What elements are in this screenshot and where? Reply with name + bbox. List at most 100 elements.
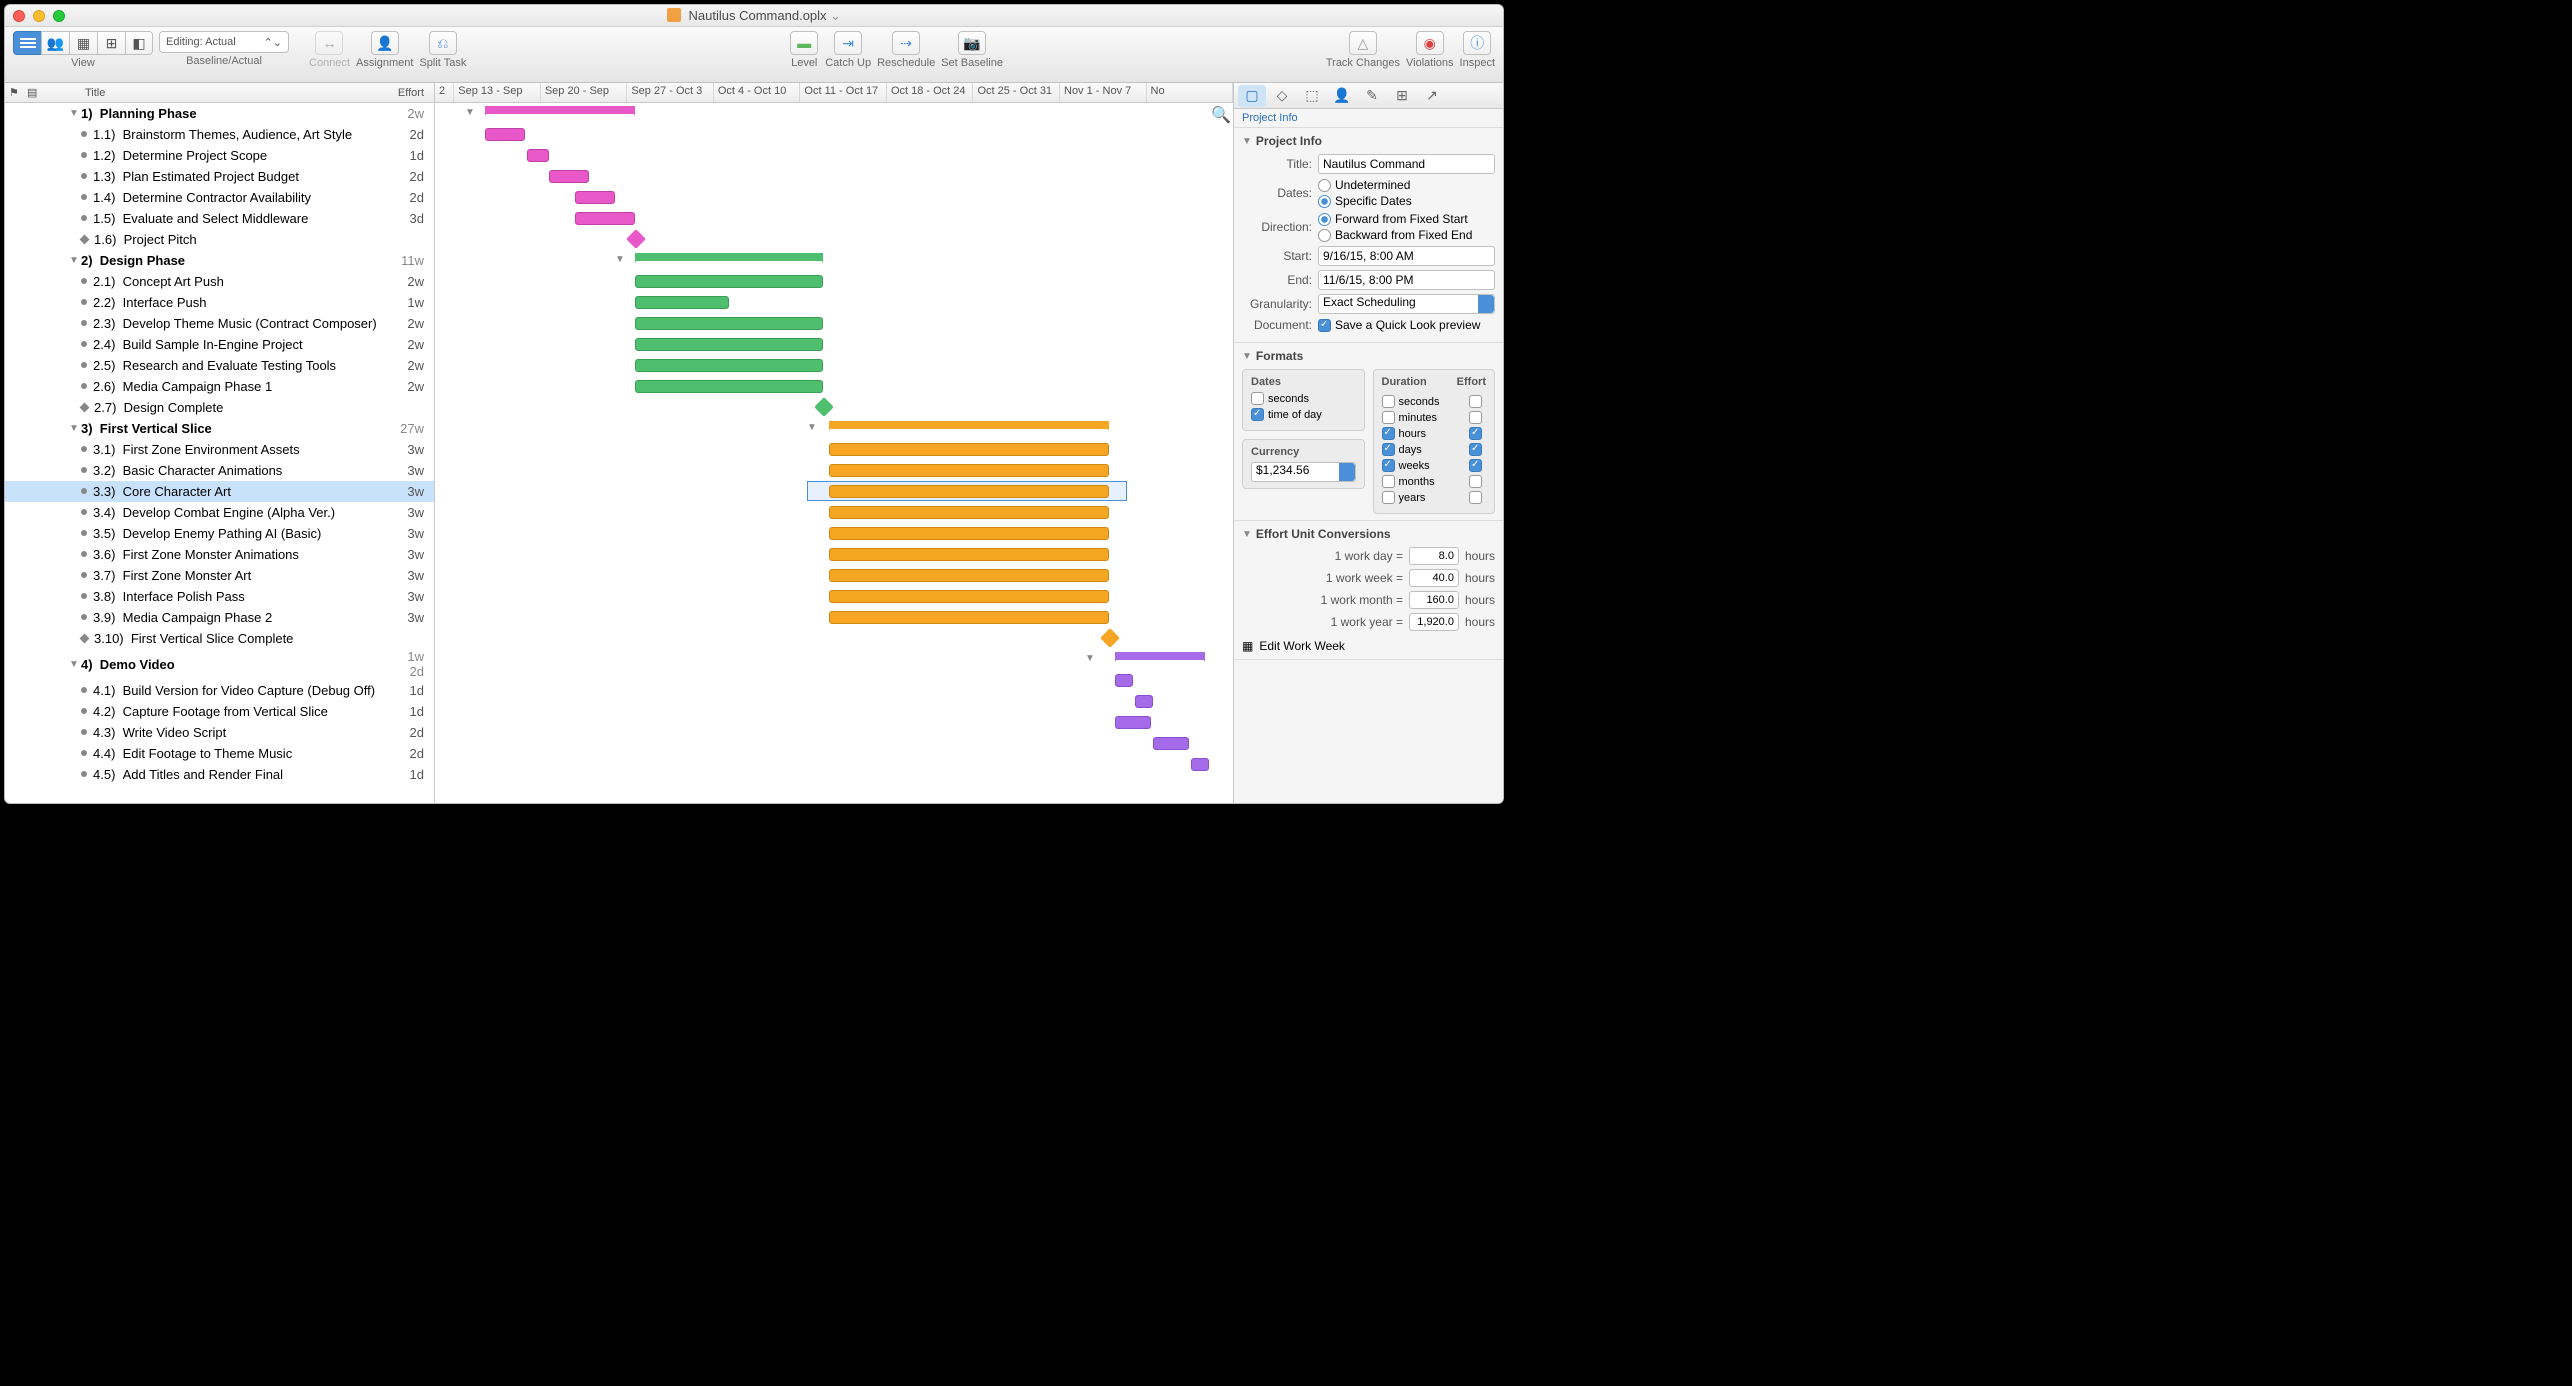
tab-project[interactable]: ▢ (1238, 85, 1266, 107)
task-row[interactable]: 3.6) First Zone Monster Animations3w (5, 544, 434, 565)
conversion-input[interactable] (1409, 591, 1459, 609)
task-row[interactable]: 3.7) First Zone Monster Art3w (5, 565, 434, 586)
dates-specific-radio[interactable] (1318, 195, 1331, 208)
task-row[interactable]: 3.3) Core Character Art3w (5, 481, 434, 502)
task-row[interactable]: 2.5) Research and Evaluate Testing Tools… (5, 355, 434, 376)
gantt-bar[interactable] (635, 275, 823, 288)
flag-icon[interactable]: ⚑ (9, 86, 19, 99)
tab-export[interactable]: ↗ (1418, 85, 1446, 107)
effort-header[interactable]: Effort (398, 87, 424, 99)
gantt-bar[interactable] (1191, 758, 1209, 771)
note-icon[interactable]: ▤ (27, 86, 37, 99)
effort-weeks-checkbox[interactable] (1469, 459, 1482, 472)
assignment-button[interactable]: 👤 (371, 31, 399, 55)
duration-minutes-checkbox[interactable] (1382, 411, 1395, 424)
inspect-button[interactable]: ⓘ (1463, 31, 1491, 55)
direction-forward-radio[interactable] (1318, 213, 1331, 226)
group-row[interactable]: ▼1) Planning Phase2w (5, 103, 434, 124)
view-network-button[interactable]: ⊞ (97, 31, 125, 55)
task-row[interactable]: 3.8) Interface Polish Pass3w (5, 586, 434, 607)
currency-select[interactable]: $1,234.56 (1251, 462, 1356, 482)
conversion-input[interactable] (1409, 569, 1459, 587)
dates-undetermined-radio[interactable] (1318, 179, 1331, 192)
task-row[interactable]: 4.4) Edit Footage to Theme Music2d (5, 743, 434, 764)
view-calendar-button[interactable]: ▦ (69, 31, 97, 55)
edit-work-week-link[interactable]: Edit Work Week (1259, 639, 1345, 653)
direction-backward-radio[interactable] (1318, 229, 1331, 242)
gantt-bar[interactable] (549, 170, 589, 183)
group-row[interactable]: ▼2) Design Phase11w (5, 250, 434, 271)
gantt-bar[interactable] (829, 506, 1109, 519)
view-styles-button[interactable]: ◧ (125, 31, 153, 55)
window-title[interactable]: Nautilus Command.oplx ⌄ (5, 8, 1503, 24)
gantt-summary-bar[interactable] (829, 421, 1109, 431)
title-header[interactable]: Title (85, 87, 105, 99)
disclosure-icon[interactable]: ▼ (465, 107, 475, 118)
gantt-bar[interactable] (635, 338, 823, 351)
task-row[interactable]: 3.4) Develop Combat Engine (Alpha Ver.)3… (5, 502, 434, 523)
task-row[interactable]: 4.2) Capture Footage from Vertical Slice… (5, 701, 434, 722)
gantt-bar[interactable] (527, 149, 549, 162)
gantt-bar[interactable] (829, 569, 1109, 582)
gantt-bar[interactable] (829, 548, 1109, 561)
view-outline-button[interactable] (13, 31, 41, 55)
project-end-input[interactable] (1318, 270, 1495, 290)
gantt-summary-bar[interactable] (485, 106, 635, 116)
connect-button[interactable]: ↔ (315, 31, 343, 55)
gantt-summary-bar[interactable] (635, 253, 823, 263)
effort-days-checkbox[interactable] (1469, 443, 1482, 456)
task-row[interactable]: 3.9) Media Campaign Phase 23w (5, 607, 434, 628)
gantt-bar[interactable] (829, 464, 1109, 477)
task-row[interactable]: 2.7) Design Complete (5, 397, 434, 418)
duration-months-checkbox[interactable] (1382, 475, 1395, 488)
task-row[interactable]: 2.6) Media Campaign Phase 12w (5, 376, 434, 397)
effort-hours-checkbox[interactable] (1469, 427, 1482, 440)
gantt-bar[interactable] (829, 611, 1109, 624)
duration-weeks-checkbox[interactable] (1382, 459, 1395, 472)
task-row[interactable]: 2.3) Develop Theme Music (Contract Compo… (5, 313, 434, 334)
gantt-bar[interactable] (635, 359, 823, 372)
task-row[interactable]: 3.2) Basic Character Animations3w (5, 460, 434, 481)
granularity-select[interactable]: Exact Scheduling (1318, 294, 1495, 314)
duration-years-checkbox[interactable] (1382, 491, 1395, 504)
project-start-input[interactable] (1318, 246, 1495, 266)
gantt-milestone[interactable] (814, 397, 834, 417)
task-row[interactable]: 2.2) Interface Push1w (5, 292, 434, 313)
reschedule-button[interactable]: ⇢ (892, 31, 920, 55)
gantt-bar[interactable] (829, 527, 1109, 540)
set-baseline-button[interactable]: 📷 (958, 31, 986, 55)
group-row[interactable]: ▼4) Demo Video1w2d (5, 649, 434, 680)
gantt-body[interactable]: 🔍 ▼▼▼▼ (435, 103, 1233, 803)
task-row[interactable]: 1.2) Determine Project Scope1d (5, 145, 434, 166)
tab-milestones[interactable]: ◇ (1268, 85, 1296, 107)
view-resource-button[interactable]: 👥 (41, 31, 69, 55)
gantt-bar[interactable] (829, 590, 1109, 603)
disclosure-icon[interactable]: ▼ (807, 422, 817, 433)
gantt-milestone[interactable] (626, 229, 646, 249)
quicklook-checkbox[interactable] (1318, 319, 1331, 332)
duration-seconds-checkbox[interactable] (1382, 395, 1395, 408)
dates-seconds-checkbox[interactable] (1251, 392, 1264, 405)
tab-custom[interactable]: ⊞ (1388, 85, 1416, 107)
task-row[interactable]: 2.4) Build Sample In-Engine Project2w (5, 334, 434, 355)
task-row[interactable]: 2.1) Concept Art Push2w (5, 271, 434, 292)
catchup-button[interactable]: ⇥ (834, 31, 862, 55)
tab-styles[interactable]: ✎ (1358, 85, 1386, 107)
task-row[interactable]: 1.6) Project Pitch (5, 229, 434, 250)
dates-timeofday-checkbox[interactable] (1251, 408, 1264, 421)
duration-days-checkbox[interactable] (1382, 443, 1395, 456)
gantt-bar[interactable] (575, 191, 615, 204)
gantt-bar[interactable] (829, 443, 1109, 456)
gantt-summary-bar[interactable] (1115, 652, 1205, 662)
effort-minutes-checkbox[interactable] (1469, 411, 1482, 424)
tab-task[interactable]: ⬚ (1298, 85, 1326, 107)
gantt-bar[interactable] (635, 380, 823, 393)
task-row[interactable]: 1.1) Brainstorm Themes, Audience, Art St… (5, 124, 434, 145)
gantt-bar[interactable] (1115, 674, 1133, 687)
effort-months-checkbox[interactable] (1469, 475, 1482, 488)
effort-seconds-checkbox[interactable] (1469, 395, 1482, 408)
task-row[interactable]: 3.1) First Zone Environment Assets3w (5, 439, 434, 460)
task-row[interactable]: 1.3) Plan Estimated Project Budget2d (5, 166, 434, 187)
gantt-bar[interactable] (1135, 695, 1153, 708)
gantt-bar[interactable] (635, 317, 823, 330)
